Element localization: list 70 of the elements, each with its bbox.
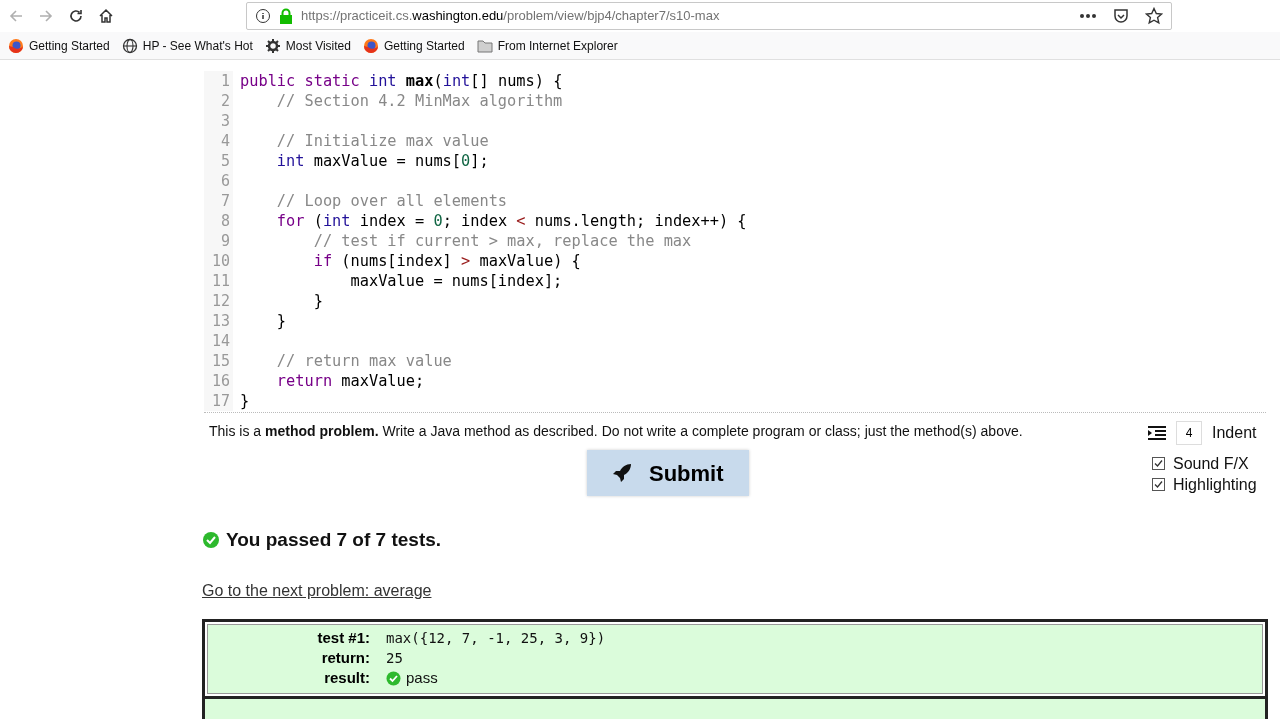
code-line: // test if current > max, replace the max [312, 231, 692, 251]
line-number: 9 [204, 231, 233, 251]
code-line: return maxValue; [275, 371, 425, 391]
code-line: } [312, 291, 323, 311]
firefox-icon [362, 37, 379, 54]
bookmark-link[interactable]: Getting Started [383, 36, 465, 55]
code-line: if (nums[index] > maxValue) { [312, 251, 581, 271]
bookmark-link[interactable]: Getting Started [29, 36, 110, 55]
line-number: 10 [204, 251, 233, 271]
test-label: test #1: [316, 628, 370, 649]
line-number: 14 [204, 331, 233, 351]
code-line: } [239, 391, 250, 411]
code-line: maxValue = nums[index]; [349, 271, 563, 291]
line-number: 7 [204, 191, 233, 211]
line-number: 17 [204, 391, 233, 411]
code-line: for (int index = 0; index < nums.length; index++) { [275, 211, 747, 231]
line-number: 15 [204, 351, 233, 371]
line-number: 4 [204, 131, 233, 151]
rocket-icon [611, 462, 633, 484]
next-problem-link[interactable]: Go to the next problem: average [202, 578, 1280, 603]
lock-icon [279, 8, 293, 24]
info-icon [255, 8, 271, 24]
code-line: public static int max(int[] nums) { [239, 71, 563, 91]
test-label: result: [323, 668, 370, 689]
checkbox[interactable] [1152, 478, 1165, 491]
code-line: // Initialize max value [275, 131, 489, 151]
reload-icon[interactable] [68, 8, 84, 24]
line-number: 8 [204, 211, 233, 231]
line-number: 1 [204, 71, 233, 91]
indent-field[interactable]: 4 [1176, 421, 1202, 445]
submit-button[interactable]: Submit [587, 450, 749, 496]
indent-icon[interactable] [1148, 426, 1166, 440]
check-circle-icon [386, 671, 401, 686]
folder-icon [476, 38, 493, 53]
code-line: // Section 4.2 MinMax algorithm [275, 91, 563, 111]
test-result-text: pass [406, 668, 438, 689]
code-line: // return max value [275, 351, 452, 371]
bookmark-link[interactable]: From Internet Explorer [497, 36, 618, 55]
line-number: 11 [204, 271, 233, 291]
line-number: 12 [204, 291, 233, 311]
line-number: 6 [204, 171, 233, 191]
test-label: return: [320, 648, 370, 669]
test-value: max({12, 7, -1, 25, 3, 9}) [386, 629, 606, 648]
star-icon[interactable] [1145, 7, 1163, 25]
line-number: 3 [204, 111, 233, 131]
checkbox-label: Highlighting [1173, 474, 1257, 495]
line-number: 2 [204, 91, 233, 111]
bookmark-link[interactable]: Most Visited [285, 36, 351, 55]
code-line: // Loop over all elements [275, 191, 508, 211]
test-value: 25 [386, 649, 403, 668]
globe-icon [121, 37, 138, 54]
instructions-text: This is a method problem. Write a Java method as described. Do not write a complete program or class; just the method(s) above. [209, 422, 1024, 441]
check-circle-icon [202, 531, 220, 550]
url-text: https://practiceit.cs.washington.edu/problem/view/bjp4/chapter7/s10-max [301, 7, 720, 26]
line-number: 13 [204, 311, 233, 331]
checkbox[interactable] [1152, 457, 1165, 470]
address-bar[interactable]: https://practiceit.cs.washington.edu/problem/view/bjp4/chapter7/s10-max [246, 2, 1172, 30]
line-number: 16 [204, 371, 233, 391]
code-line: } [275, 311, 287, 331]
checkbox-label: Sound F/X [1173, 453, 1249, 474]
result-message: You passed 7 of 7 tests. [226, 528, 442, 552]
home-icon[interactable] [98, 8, 114, 24]
more-icon[interactable] [1079, 13, 1097, 19]
bookmark-link[interactable]: HP - See What's Hot [142, 36, 253, 55]
gear-icon [264, 37, 281, 54]
pocket-icon[interactable] [1113, 8, 1129, 24]
code-line: int maxValue = nums[0]; [275, 151, 489, 171]
indent-label: Indent [1212, 423, 1257, 443]
line-number: 5 [204, 151, 233, 171]
firefox-icon [8, 37, 24, 54]
